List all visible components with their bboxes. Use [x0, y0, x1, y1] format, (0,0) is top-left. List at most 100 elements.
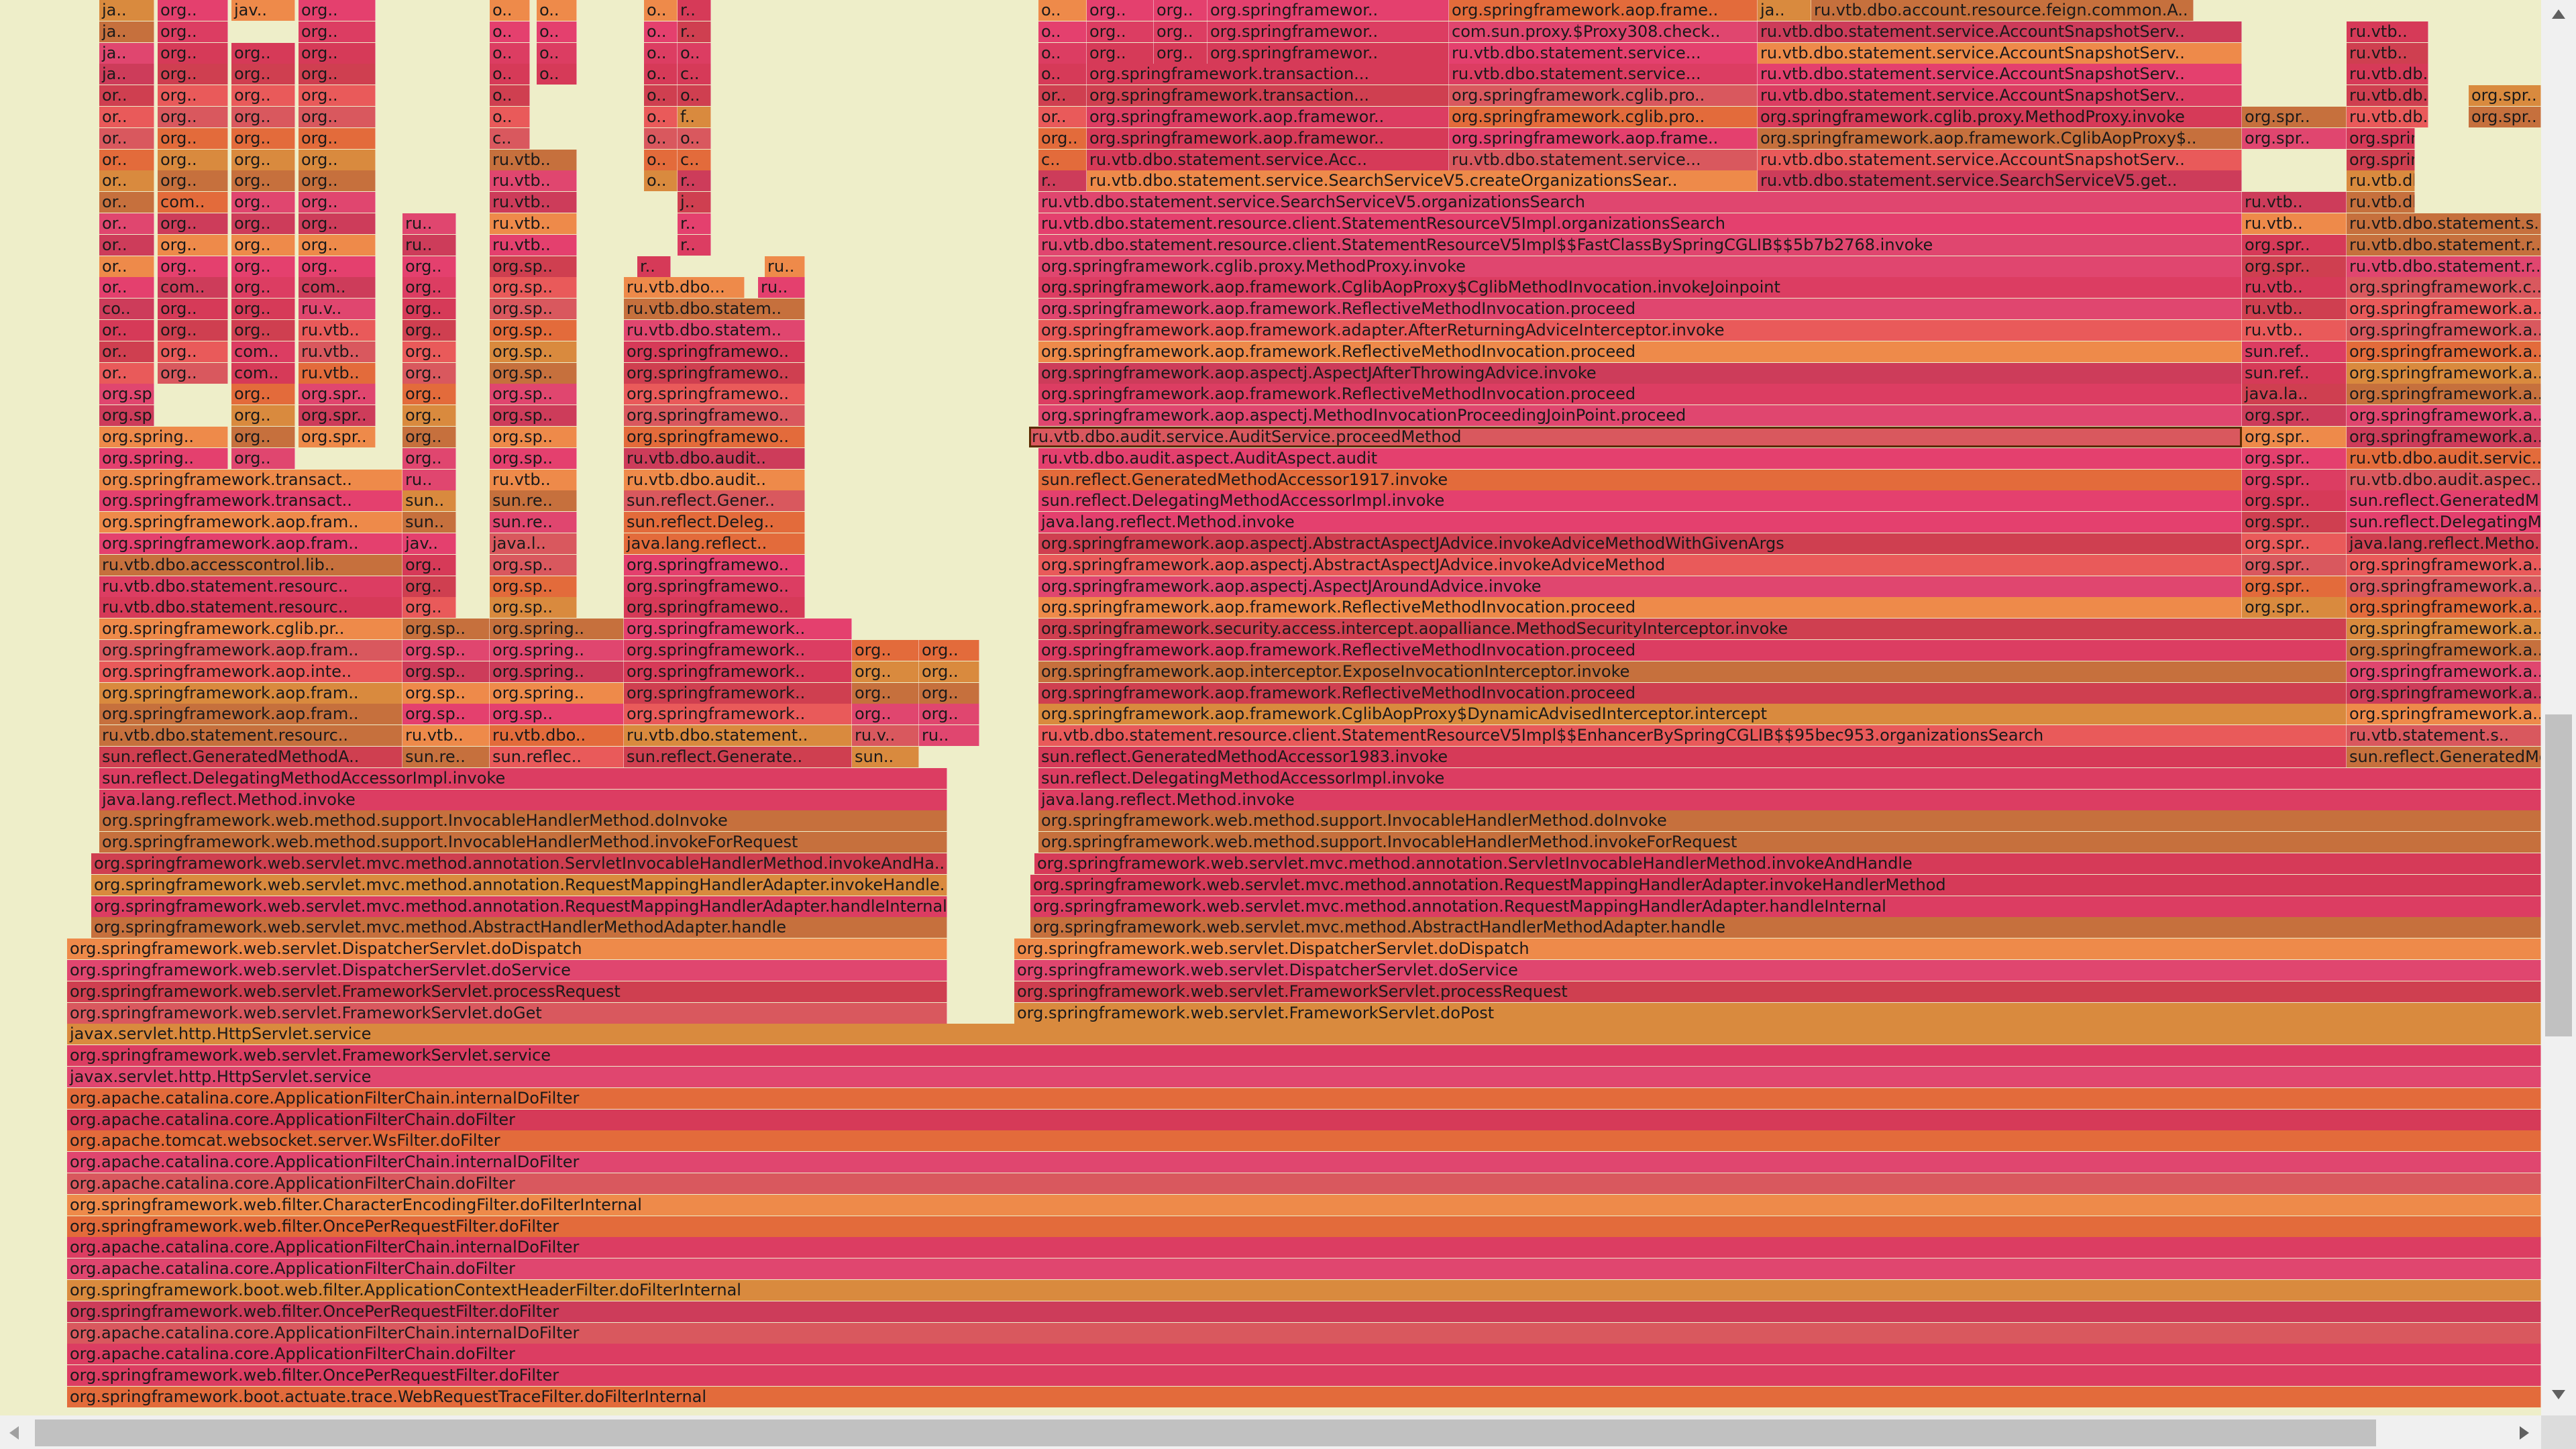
stack-frame[interactable]: org.springframework.. [624, 683, 852, 704]
stack-frame[interactable]: org.apache.tomcat.websocket.server.WsFil… [67, 1130, 2541, 1151]
stack-frame[interactable]: sun.reflect.DelegatingMethodAccessorImpl… [1038, 490, 2242, 511]
stack-frame[interactable]: sun.reflect.DelegatingM.. [2347, 512, 2541, 533]
scroll-down-icon[interactable] [2552, 1390, 2565, 1399]
stack-frame[interactable]: o.. [644, 43, 678, 64]
stack-frame[interactable]: ru.vtb.dbo.audit.. [624, 470, 805, 490]
stack-frame[interactable]: java.lang.reflect.Method.invoke [99, 790, 947, 810]
stack-frame[interactable]: j.. [678, 192, 711, 213]
stack-frame[interactable]: org.. [231, 277, 295, 298]
stack-frame[interactable]: org.spr.. [2242, 576, 2347, 597]
stack-frame[interactable]: ru.vtb.db.. [2347, 85, 2428, 106]
stack-frame[interactable]: ru.vtb.. [2242, 320, 2347, 341]
stack-frame[interactable]: org.apache.catalina.core.ApplicationFilt… [67, 1173, 2541, 1194]
stack-frame[interactable]: com.. [158, 192, 228, 213]
stack-frame[interactable]: org.springframework.transaction... [1087, 85, 1449, 106]
stack-frame[interactable]: o.. [644, 21, 678, 42]
stack-frame[interactable]: com.. [231, 363, 295, 384]
stack-frame[interactable]: org.. [299, 85, 376, 106]
stack-frame[interactable]: org.spr.. [299, 405, 376, 426]
stack-frame[interactable]: org.sp.. [490, 576, 577, 597]
stack-frame[interactable]: ru.. [758, 277, 805, 298]
stack-frame[interactable]: java.l.. [490, 533, 577, 554]
stack-frame[interactable]: org.springframework.web.servlet.mvc.meth… [91, 896, 947, 917]
stack-frame[interactable]: org.. [231, 170, 295, 191]
stack-frame[interactable]: org.springframework.aop.framework.CglibA… [1038, 704, 2347, 724]
stack-frame[interactable]: ru.vtb.dbo.statem.. [624, 320, 805, 341]
stack-frame[interactable]: org.. [158, 128, 228, 149]
stack-frame[interactable]: org.springframework.a.. [2347, 320, 2541, 341]
stack-frame[interactable]: ru.vtb.dbo.statement.r.. [2347, 235, 2541, 256]
stack-frame[interactable]: org.springframework.aop.aspectj.MethodIn… [1038, 405, 2242, 426]
stack-frame[interactable]: or.. [99, 192, 154, 213]
stack-frame[interactable]: ru.vtb.dbo.audit.aspec.. [2347, 470, 2541, 490]
stack-frame[interactable]: o.. [490, 64, 530, 85]
stack-frame[interactable]: org.springframework.. [624, 661, 852, 682]
stack-frame[interactable]: ru.vtb.dbo.statement.service... [1449, 150, 1758, 170]
stack-frame[interactable]: ru.vtb.db.. [2347, 192, 2415, 213]
stack-frame[interactable]: org.springframework.web.filter.OncePerRe… [67, 1216, 2541, 1237]
stack-frame[interactable]: ru.vtb.dbo.statement.resource.client.Sta… [1038, 725, 2347, 746]
stack-frame[interactable]: org.springframework.web.servlet.Framewor… [67, 1003, 947, 1024]
stack-frame[interactable]: org.sp.. [402, 704, 490, 724]
stack-frame[interactable]: ru.vtb.dbo.statement.resourc.. [99, 597, 402, 618]
stack-frame[interactable]: ru.vtb.dbo.statement.service.AccountSnap… [1758, 85, 2242, 106]
stack-frame[interactable]: org.. [402, 555, 456, 576]
stack-frame[interactable]: org.. [402, 299, 456, 319]
stack-frame[interactable]: org.springframework.aop.framework.Reflec… [1038, 640, 2347, 661]
stack-frame[interactable]: f.. [678, 107, 711, 127]
stack-frame[interactable]: ru.vtb.. [2347, 21, 2428, 42]
stack-frame[interactable]: sun.re.. [490, 490, 577, 511]
stack-frame[interactable]: ja.. [99, 43, 154, 64]
stack-frame[interactable]: com.. [299, 277, 376, 298]
stack-frame[interactable]: org.springframework.aop.framework.Reflec… [1038, 341, 2242, 362]
stack-frame[interactable]: ru.vtb.dbo.statement.service.SearchServi… [1087, 170, 1758, 191]
stack-frame[interactable]: javax.servlet.http.HttpServlet.service [67, 1067, 2541, 1087]
stack-frame[interactable]: r.. [637, 256, 671, 277]
stack-frame[interactable]: org.spring.. [490, 640, 624, 661]
stack-frame[interactable]: org.spring.. [99, 405, 154, 426]
stack-frame[interactable]: r.. [678, 21, 711, 42]
stack-frame[interactable]: org.springframework.web.servlet.mvc.meth… [1034, 853, 2541, 874]
stack-frame[interactable]: or.. [99, 170, 154, 191]
stack-frame[interactable]: ru.vtb.db.. [2347, 170, 2415, 191]
stack-frame[interactable]: org.springframework.a.. [2347, 597, 2541, 618]
stack-frame[interactable]: or.. [99, 150, 154, 170]
stack-frame[interactable]: org.. [299, 150, 376, 170]
stack-frame[interactable]: org.springframework.aop.aspectj.Abstract… [1038, 533, 2242, 554]
stack-frame[interactable]: org.springframework.aop.fram.. [99, 640, 402, 661]
stack-frame[interactable]: org.apache.catalina.core.ApplicationFilt… [67, 1323, 2541, 1344]
stack-frame[interactable]: ru.vtb.statement.s.. [2347, 725, 2541, 746]
stack-frame[interactable]: ru.vtb.dbo.statement.resourc.. [99, 725, 402, 746]
stack-frame[interactable]: ja.. [1758, 0, 1811, 21]
stack-frame[interactable]: ru.vtb.dbo.statement.service... [1449, 64, 1758, 85]
stack-frame[interactable]: org.apache.catalina.core.ApplicationFilt… [67, 1088, 2541, 1109]
stack-frame[interactable]: org.springframework.. [624, 640, 852, 661]
stack-frame[interactable]: org.springframework.aop.aspectj.AspectJA… [1038, 576, 2242, 597]
stack-frame[interactable]: ru.vtb.dbo.audit.aspect.AuditAspect.audi… [1038, 448, 2242, 469]
stack-frame[interactable]: org.springframework.web.servlet.mvc.meth… [91, 853, 947, 874]
stack-frame[interactable]: org.. [158, 256, 228, 277]
stack-frame[interactable]: ru.vtb.. [490, 192, 577, 213]
stack-frame[interactable]: org.springframework.aop.frame.. [1449, 128, 1758, 149]
stack-frame[interactable]: org.. [158, 299, 228, 319]
stack-frame[interactable]: ru.vtb.dbo.statement.. [624, 725, 852, 746]
stack-frame[interactable]: org.. [299, 64, 376, 85]
stack-frame[interactable]: ru.. [402, 470, 456, 490]
stack-frame[interactable]: org.springframework.a.. [2347, 619, 2541, 639]
stack-frame[interactable]: ru.v.. [852, 725, 919, 746]
stack-frame[interactable]: org.sp.. [490, 384, 577, 405]
stack-frame[interactable]: org.springframework.web.servlet.mvc.meth… [1030, 875, 2541, 896]
stack-frame[interactable]: org.springframework.a.. [2347, 683, 2541, 704]
stack-frame[interactable]: o.. [490, 43, 530, 64]
stack-frame[interactable]: ru.vtb.dbo.audit.service.AuditService.pr… [1029, 427, 2242, 447]
stack-frame[interactable]: org.. [402, 384, 456, 405]
stack-frame[interactable]: ru.vtb.dbo... [624, 277, 745, 298]
stack-frame[interactable]: ja.. [99, 0, 154, 21]
stack-frame[interactable]: org.springframework.cglib.pro.. [1449, 85, 1758, 106]
stack-frame[interactable]: sun.ref.. [2242, 363, 2347, 384]
stack-frame[interactable]: org.spring.. [99, 448, 228, 469]
stack-frame[interactable]: org.springframework.aop.aspectj.Abstract… [1038, 555, 2242, 576]
stack-frame[interactable]: ru.vtb.dbo.. [490, 725, 624, 746]
stack-frame[interactable]: org.. [299, 21, 376, 42]
stack-frame[interactable]: org.springframewo.. [624, 384, 805, 405]
